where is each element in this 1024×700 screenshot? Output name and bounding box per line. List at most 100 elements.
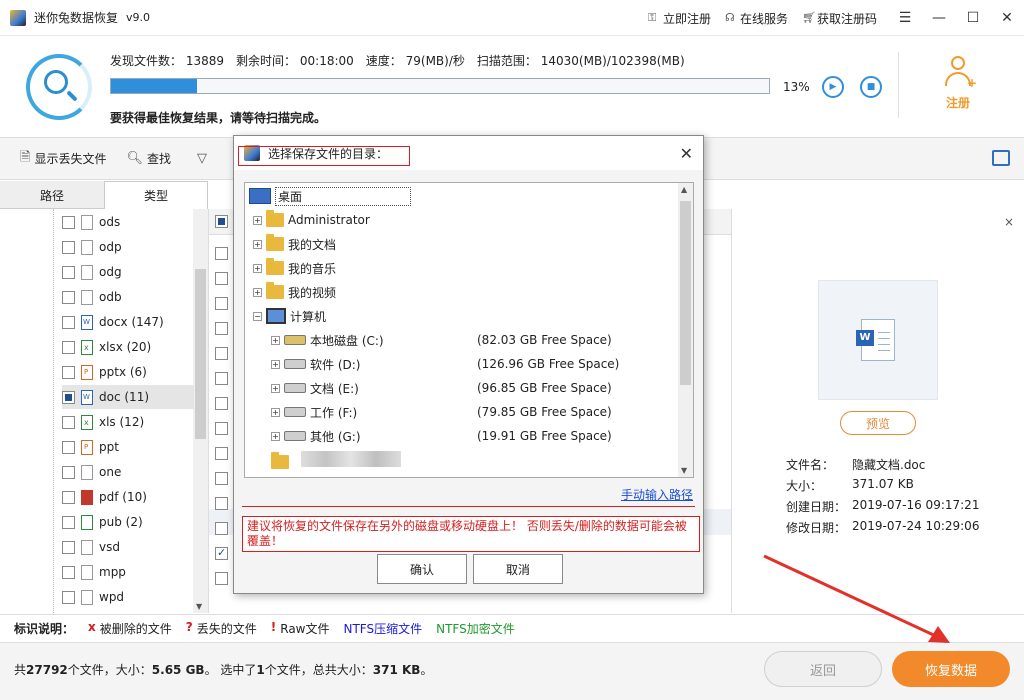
row-checkbox[interactable] bbox=[215, 347, 228, 360]
row-checkbox[interactable] bbox=[215, 447, 228, 460]
row-checkbox[interactable] bbox=[215, 372, 228, 385]
drive-node[interactable]: + 其他 (G:) bbox=[271, 425, 361, 447]
tree-item-checkbox[interactable] bbox=[62, 440, 75, 454]
scroll-down-icon[interactable]: ▼ bbox=[681, 466, 687, 475]
find-button[interactable]: 🔍︎ 查找 bbox=[126, 150, 171, 167]
drive-node[interactable]: + 本地磁盘 (C:) bbox=[271, 329, 384, 351]
tree-scrollbar[interactable]: ▼ bbox=[193, 209, 208, 613]
dialog-close-icon[interactable]: ✕ bbox=[680, 144, 693, 163]
filter-button[interactable]: ▽ bbox=[197, 151, 207, 166]
row-checkbox[interactable] bbox=[215, 472, 228, 485]
register-now-link[interactable]: ⚿ 立即注册 bbox=[648, 10, 711, 27]
directory-scrollbar[interactable]: ▲ ▼ bbox=[678, 183, 693, 477]
resume-button[interactable]: ▶ bbox=[822, 76, 844, 98]
expand-icon[interactable]: + bbox=[271, 335, 280, 345]
stop-button[interactable]: ■ bbox=[860, 76, 882, 98]
tree-item-checkbox[interactable] bbox=[62, 290, 75, 304]
online-service-link[interactable]: ☊ 在线服务 bbox=[725, 10, 788, 27]
row-checkbox[interactable] bbox=[215, 522, 228, 535]
tree-item[interactable]: ppt bbox=[62, 435, 194, 459]
recover-data-button[interactable]: 恢复数据 bbox=[892, 651, 1010, 687]
cancel-button[interactable]: 取消 bbox=[473, 554, 563, 584]
back-button[interactable]: 返回 bbox=[764, 651, 882, 687]
tree-item[interactable]: odp bbox=[62, 235, 194, 259]
tree-item[interactable]: pub (2) bbox=[62, 510, 194, 534]
dir-node-desktop[interactable]: 桌面 bbox=[249, 185, 411, 207]
status-bar: 共27792个文件，大小：5.65 GB。 选中了1个文件，总共大小：371 K… bbox=[0, 642, 1024, 700]
preview-close-icon[interactable]: × bbox=[1004, 215, 1014, 229]
tree-item[interactable]: odg bbox=[62, 260, 194, 284]
tree-item-checkbox[interactable] bbox=[62, 265, 75, 279]
maximize-button[interactable]: ☐ bbox=[956, 0, 990, 36]
tree-item[interactable]: odb bbox=[62, 285, 194, 309]
dir-node[interactable]: + 我的音乐 bbox=[253, 257, 336, 279]
tab-type[interactable]: 类型 bbox=[104, 181, 208, 209]
row-checkbox[interactable] bbox=[215, 297, 228, 310]
tree-item[interactable]: doc (11) bbox=[62, 385, 194, 409]
export-icon[interactable] bbox=[992, 150, 1010, 166]
scroll-down-icon[interactable]: ▼ bbox=[196, 602, 202, 611]
expand-icon[interactable]: + bbox=[253, 239, 262, 249]
tree-item-checkbox[interactable] bbox=[62, 490, 75, 504]
tree-item[interactable]: xls (12) bbox=[62, 410, 194, 434]
menu-button[interactable]: ☰ bbox=[888, 0, 922, 36]
tree-item-checkbox[interactable] bbox=[62, 365, 75, 379]
show-lost-files-button[interactable]: 🗎 显示丢失文件 bbox=[20, 148, 106, 170]
dir-node[interactable]: + Administrator bbox=[253, 209, 370, 231]
expand-icon[interactable]: + bbox=[271, 407, 280, 417]
row-checkbox[interactable] bbox=[215, 272, 228, 285]
expand-icon[interactable]: + bbox=[271, 431, 280, 441]
row-checkbox[interactable] bbox=[215, 546, 228, 560]
expand-icon[interactable]: + bbox=[253, 215, 262, 225]
dir-node[interactable]: + 我的文档 bbox=[253, 233, 336, 255]
tree-item-checkbox[interactable] bbox=[62, 315, 75, 329]
tree-item-checkbox[interactable] bbox=[62, 390, 75, 404]
drive-node[interactable]: + 文档 (E:) bbox=[271, 377, 359, 399]
drive-node[interactable]: + 工作 (F:) bbox=[271, 401, 357, 423]
row-checkbox[interactable] bbox=[215, 422, 228, 435]
row-checkbox[interactable] bbox=[215, 322, 228, 335]
file-thumbnail: W bbox=[818, 280, 938, 400]
row-checkbox[interactable] bbox=[215, 397, 228, 410]
scroll-up-icon[interactable]: ▲ bbox=[681, 185, 687, 194]
tree-item[interactable]: pdf (10) bbox=[62, 485, 194, 509]
tree-item-checkbox[interactable] bbox=[62, 340, 75, 354]
tree-item[interactable]: wpd bbox=[62, 585, 194, 609]
register-button[interactable]: + 注册 bbox=[930, 54, 986, 111]
tree-item-checkbox[interactable] bbox=[62, 215, 75, 229]
preview-button[interactable]: 预览 bbox=[840, 411, 916, 435]
tree-item-checkbox[interactable] bbox=[62, 590, 75, 604]
tree-item-checkbox[interactable] bbox=[62, 465, 75, 479]
tree-item-checkbox[interactable] bbox=[62, 515, 75, 529]
select-all-checkbox[interactable] bbox=[215, 215, 228, 228]
minimize-button[interactable]: — bbox=[922, 0, 956, 36]
tree-item-checkbox[interactable] bbox=[62, 415, 75, 429]
get-register-code-link[interactable]: 🛒︎ 获取注册码 bbox=[802, 10, 877, 27]
tree-item[interactable]: mpp bbox=[62, 560, 194, 584]
tab-path[interactable]: 路径 bbox=[0, 181, 104, 209]
close-button[interactable]: ✕ bbox=[990, 0, 1024, 36]
manual-path-link[interactable]: 手动输入路径 bbox=[621, 486, 693, 503]
dir-node[interactable]: − 计算机 bbox=[253, 305, 326, 327]
expand-icon[interactable]: + bbox=[253, 287, 262, 297]
row-checkbox[interactable] bbox=[215, 497, 228, 510]
drive-node[interactable]: + 软件 (D:) bbox=[271, 353, 360, 375]
dir-node[interactable]: + 我的视频 bbox=[253, 281, 336, 303]
collapse-icon[interactable]: − bbox=[253, 311, 262, 321]
row-checkbox[interactable] bbox=[215, 572, 228, 585]
tree-item-checkbox[interactable] bbox=[62, 565, 75, 579]
tree-item[interactable]: docx (147) bbox=[62, 310, 194, 334]
row-checkbox[interactable] bbox=[215, 247, 228, 260]
tree-item[interactable]: vsd bbox=[62, 535, 194, 559]
scan-stats: 发现文件数： 13889 剩余时间： 00:18:00 速度： 79(MB)/秒… bbox=[110, 54, 685, 68]
tree-item[interactable]: pptx (6) bbox=[62, 360, 194, 384]
tree-item[interactable]: one bbox=[62, 460, 194, 484]
tree-item[interactable]: ods bbox=[62, 210, 194, 234]
tree-item-checkbox[interactable] bbox=[62, 240, 75, 254]
tree-item-checkbox[interactable] bbox=[62, 540, 75, 554]
tree-item[interactable]: xlsx (20) bbox=[62, 335, 194, 359]
expand-icon[interactable]: + bbox=[253, 263, 262, 273]
expand-icon[interactable]: + bbox=[271, 383, 280, 393]
confirm-button[interactable]: 确认 bbox=[377, 554, 467, 584]
expand-icon[interactable]: + bbox=[271, 359, 280, 369]
